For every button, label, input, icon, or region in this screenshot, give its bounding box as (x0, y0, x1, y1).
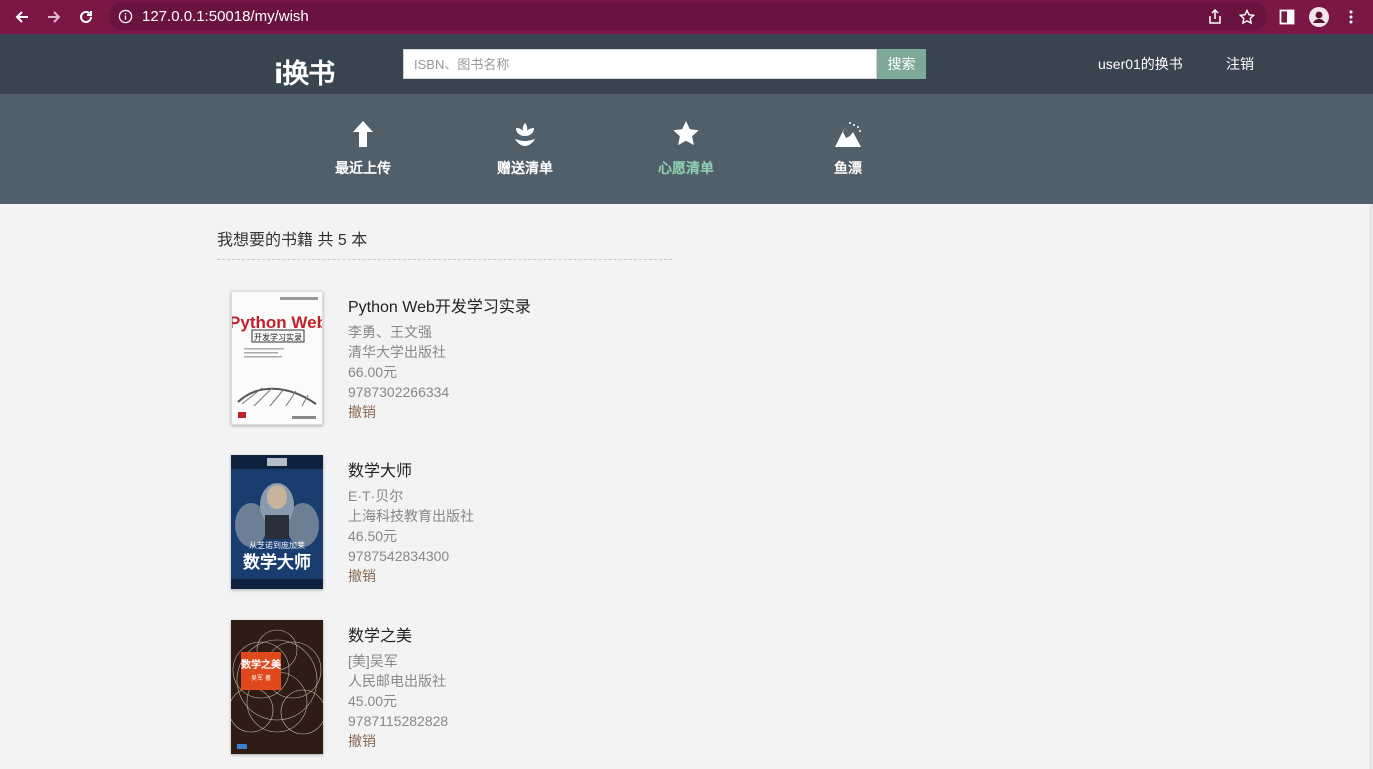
cover-subtitle: 吴军 著 (251, 674, 271, 682)
book-cover[interactable]: 从芝诺到庞加莱 数学大师 (231, 455, 323, 589)
cover-title: 数学之美 (241, 658, 282, 671)
info-icon[interactable] (118, 9, 133, 24)
cover-subtitle: 开发学习实录 (254, 332, 302, 342)
nav-item-gift-list[interactable]: 赠送清单 (465, 94, 585, 204)
nav-label: 最近上传 (335, 160, 391, 176)
book-isbn: 9787302266334 (348, 384, 450, 400)
nav-label: 赠送清单 (497, 160, 553, 176)
url-text: 127.0.0.1:50018/my/wish (142, 8, 309, 25)
profile-icon[interactable] (1305, 0, 1333, 34)
book-cover[interactable]: Python Web 开发学习实录 (231, 291, 323, 425)
book-info: 数学大师 E·T·贝尔 上海科技教育出版社 46.50元 97875428343… (348, 455, 474, 586)
book-item: Python Web 开发学习实录 Python Web开发学习实录 李勇、王文… (231, 291, 731, 431)
nav-item-wish-list[interactable]: 心愿清单 (626, 94, 746, 204)
book-author: E·T·贝尔 (348, 488, 404, 504)
book-cover[interactable]: 数学之美 吴军 著 (231, 620, 323, 754)
forward-arrow-icon[interactable] (39, 0, 69, 34)
book-publisher: 清华大学出版社 (348, 344, 446, 360)
share-icon[interactable] (1201, 0, 1229, 34)
cover-subtitle: 从芝诺到庞加莱 (249, 540, 305, 550)
cancel-wish-button[interactable]: 撤销 (348, 402, 531, 422)
mountain-icon (832, 118, 864, 150)
nav-item-drift[interactable]: 鱼漂 (788, 94, 908, 204)
logout-link[interactable]: 注销 (1226, 34, 1254, 94)
cancel-wish-button[interactable]: 撤销 (348, 731, 448, 751)
book-title[interactable]: 数学之美 (348, 623, 448, 651)
search-button[interactable]: 搜索 (877, 49, 926, 79)
sidebar-icon[interactable] (1273, 0, 1301, 34)
site-header: i换书 搜索 user01的换书 注销 (0, 34, 1373, 94)
book-info: Python Web开发学习实录 李勇、王文强 清华大学出版社 66.00元 9… (348, 291, 531, 422)
flower-icon (509, 118, 541, 150)
book-item: 数学之美 吴军 著 数学之美 [美]吴军 人民邮电出版社 45.00元 9787… (231, 620, 731, 760)
book-item: 从芝诺到庞加莱 数学大师 数学大师 E·T·贝尔 上海科技教育出版社 46.50… (231, 455, 731, 595)
scrollbar[interactable] (1369, 204, 1373, 769)
address-bar[interactable]: 127.0.0.1:50018/my/wish (108, 3, 1268, 30)
arrow-up-icon (347, 118, 379, 150)
back-arrow-icon[interactable] (7, 0, 37, 34)
book-title[interactable]: Python Web开发学习实录 (348, 294, 531, 322)
book-info: 数学之美 [美]吴军 人民邮电出版社 45.00元 9787115282828 … (348, 620, 448, 751)
nav-item-recent-uploads[interactable]: 最近上传 (303, 94, 423, 204)
book-publisher: 上海科技教育出版社 (348, 508, 474, 524)
star-icon (670, 118, 702, 150)
my-exchange-link[interactable]: user01的换书 (1098, 34, 1183, 94)
nav-label: 鱼漂 (834, 160, 862, 176)
book-price: 46.50元 (348, 528, 398, 544)
main-nav: 最近上传 赠送清单 心愿清单 鱼漂 (0, 94, 1373, 204)
book-author: 李勇、王文强 (348, 324, 432, 340)
search-box[interactable] (403, 49, 877, 79)
cover-title: Python Web (232, 313, 323, 332)
nav-label: 心愿清单 (658, 160, 714, 176)
book-isbn: 9787542834300 (348, 548, 450, 564)
divider (217, 259, 672, 260)
page-title: 我想要的书籍 共 5 本 (217, 232, 368, 249)
book-title[interactable]: 数学大师 (348, 458, 474, 486)
book-isbn: 9787115282828 (348, 713, 449, 729)
book-author: [美]吴军 (348, 653, 398, 669)
cancel-wish-button[interactable]: 撤销 (348, 566, 474, 586)
kebab-menu-icon[interactable] (1337, 0, 1365, 34)
search-input[interactable] (404, 50, 876, 78)
site-logo[interactable]: i换书 (274, 52, 335, 91)
cover-title: 数学大师 (243, 552, 311, 573)
reload-icon[interactable] (71, 0, 101, 34)
book-price: 45.00元 (348, 693, 398, 709)
book-price: 66.00元 (348, 364, 398, 380)
bookmark-star-icon[interactable] (1233, 0, 1261, 34)
book-publisher: 人民邮电出版社 (348, 673, 446, 689)
browser-toolbar: 127.0.0.1:50018/my/wish (0, 0, 1373, 34)
